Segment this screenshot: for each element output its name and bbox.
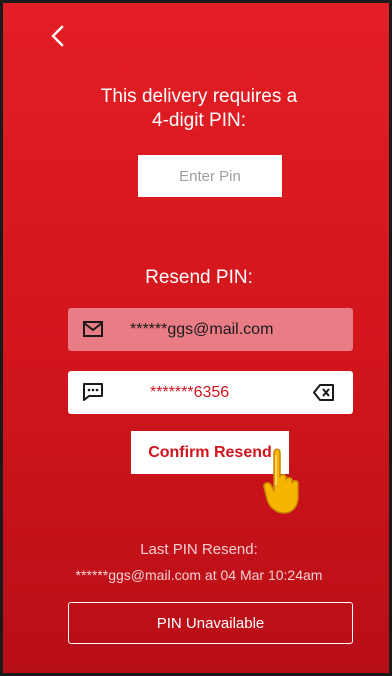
pointing-hand-icon	[263, 448, 299, 514]
pin-required-title: This delivery requires a 4-digit PIN:	[100, 86, 298, 131]
delivery-pin-screen: This delivery requires a 4-digit PIN: Re…	[0, 0, 392, 676]
resend-option-sms[interactable]: *******6356	[68, 371, 353, 414]
envelope-icon	[83, 321, 103, 337]
message-icon	[83, 383, 103, 401]
email-address-value: ******ggs@mail.com	[130, 321, 274, 338]
phone-number-value: *******6356	[150, 384, 230, 401]
resend-option-email[interactable]: ******ggs@mail.com	[68, 308, 353, 351]
last-resend-label: Last PIN Resend:	[140, 541, 258, 558]
resend-pin-label: Resend PIN:	[145, 267, 253, 288]
chevron-left-icon	[51, 25, 64, 47]
pin-unavailable-button[interactable]: PIN Unavailable	[68, 602, 353, 644]
last-resend-detail: ******ggs@mail.com at 04 Mar 10:24am	[75, 567, 323, 583]
backspace-icon[interactable]	[313, 383, 335, 402]
back-button[interactable]	[41, 19, 75, 53]
pin-input[interactable]	[138, 155, 282, 197]
